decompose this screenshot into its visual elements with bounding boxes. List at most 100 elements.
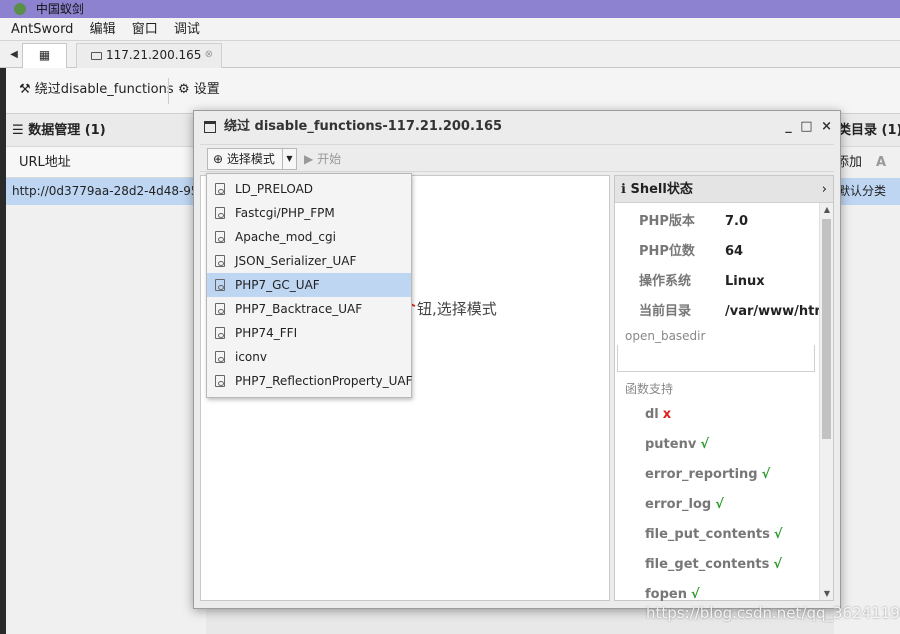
function-row: file_get_contents √	[615, 550, 833, 580]
mode-option[interactable]: iconv	[207, 345, 411, 369]
mode-label: PHP7_Backtrace_UAF	[235, 302, 363, 316]
tab-scroll-left-icon[interactable]: ◀	[7, 44, 21, 66]
menu-antsword[interactable]: AntSword	[0, 18, 79, 41]
open-basedir-box	[617, 345, 815, 372]
tab-close-icon[interactable]: ⊗	[205, 44, 213, 66]
panel-title: 数据管理 (1)	[28, 123, 106, 138]
watermark: https://blog.csdn.net/qq_36241198	[646, 604, 900, 622]
plus-circle-icon: ⊕	[213, 152, 224, 166]
chevron-right-icon[interactable]: ›	[822, 176, 827, 203]
mode-option[interactable]: PHP7_ReflectionProperty_UAF	[207, 369, 413, 393]
start-button[interactable]: ▶ 开始	[304, 148, 341, 170]
file-icon	[215, 255, 225, 267]
menu-edit[interactable]: 编辑	[84, 18, 122, 41]
tab-home[interactable]: ▦	[22, 43, 67, 68]
function-name: file_get_contents	[645, 557, 770, 572]
info-value: 7.0	[725, 214, 749, 229]
info-row-php-version: PHP版本 7.0	[615, 207, 833, 237]
info-value: 64	[725, 244, 744, 259]
mode-label: Apache_mod_cgi	[235, 230, 336, 244]
panel-header: ☰ 数据管理 (1)	[6, 114, 206, 147]
dialog-toolbar: ⊕ 选择模式 ▼ ▶ 开始	[200, 144, 834, 172]
mode-option[interactable]: JSON_Serializer_UAF	[207, 249, 411, 273]
file-icon	[215, 303, 225, 315]
info-key: 操作系统	[639, 274, 692, 289]
tab-host[interactable]: 117.21.200.165 ⊗	[76, 43, 222, 68]
mode-option[interactable]: PHP7_Backtrace_UAF	[207, 297, 411, 321]
scroll-thumb[interactable]	[822, 219, 831, 439]
menu-debug[interactable]: 调试	[168, 18, 206, 41]
column-header-url[interactable]: URL地址	[6, 147, 206, 178]
antsword-logo-icon	[14, 3, 26, 15]
mode-label: LD_PRELOAD	[235, 182, 314, 196]
mode-option[interactable]: Fastcgi/PHP_FPM	[207, 201, 411, 225]
close-icon[interactable]: ×	[821, 119, 832, 134]
start-label: 开始	[317, 152, 342, 166]
scroll-up-icon[interactable]: ▲	[820, 205, 834, 214]
bypass-dialog: 绕过 disable_functions-117.21.200.165 _ □ …	[193, 110, 841, 609]
info-row-os: 操作系统 Linux	[615, 267, 833, 297]
file-icon	[215, 231, 225, 243]
file-icon	[215, 351, 225, 363]
menu-window[interactable]: 窗口	[126, 18, 164, 41]
select-mode-button[interactable]: ⊕ 选择模式 ▼	[207, 148, 297, 170]
mode-option[interactable]: Apache_mod_cgi	[207, 225, 411, 249]
info-value: /var/www/htm	[725, 304, 828, 319]
function-row: putenv √	[615, 430, 833, 460]
category-row[interactable]: 默认分类	[834, 178, 900, 205]
function-row: file_put_contents √	[615, 520, 833, 550]
bypass-button[interactable]: ⚒ 绕过disable_functions	[19, 82, 174, 98]
category-panel: 类目录 (1) 添加 A 默认分类	[834, 114, 900, 634]
mode-option[interactable]: PHP74_FFI	[207, 321, 411, 345]
table-row[interactable]: http://0d3779aa-28d2-4d48-95	[6, 178, 206, 205]
tab-bar: ◀ ▦ 117.21.200.165 ⊗	[0, 41, 900, 68]
app-titlebar: 中国蚁剑	[0, 0, 900, 18]
mode-label: iconv	[235, 350, 267, 364]
function-name: dl	[645, 407, 659, 422]
category-panel-title: 类目录 (1)	[834, 114, 900, 147]
toolbar-divider	[168, 78, 169, 104]
function-name: error_log	[645, 497, 712, 512]
info-row-php-bits: PHP位数 64	[615, 237, 833, 267]
category-toolbar: 添加 A	[834, 147, 900, 178]
maximize-icon[interactable]: □	[800, 119, 812, 134]
check-icon: √	[773, 557, 783, 572]
dialog-titlebar[interactable]: 绕过 disable_functions-117.21.200.165 _ □ …	[194, 111, 840, 143]
check-icon: √	[773, 527, 783, 542]
mode-option[interactable]: LD_PRELOAD	[207, 177, 411, 201]
list-icon: ☰	[12, 123, 24, 138]
check-icon: √	[690, 587, 700, 602]
chevron-down-icon[interactable]: ▼	[282, 149, 296, 169]
info-key: PHP版本	[639, 214, 695, 229]
data-management-panel: ☰ 数据管理 (1) URL地址 http://0d3779aa-28d2-4d…	[6, 114, 206, 634]
mode-option-selected[interactable]: PHP7_GC_UAF	[207, 273, 411, 297]
check-icon: √	[715, 497, 724, 512]
file-icon	[215, 279, 225, 291]
file-icon	[215, 207, 225, 219]
function-name: putenv	[645, 437, 697, 452]
mode-label: Fastcgi/PHP_FPM	[235, 206, 335, 220]
rename-category-button[interactable]: A	[876, 155, 886, 170]
shell-status-header[interactable]: ℹ Shell状态 ›	[615, 176, 833, 203]
scroll-down-icon[interactable]: ▼	[820, 589, 834, 598]
function-name: error_reporting	[645, 467, 758, 482]
function-name: fopen	[645, 587, 687, 602]
minimize-icon[interactable]: _	[785, 119, 792, 134]
info-icon: ℹ	[621, 182, 626, 197]
mode-label: PHP7_GC_UAF	[235, 278, 320, 292]
func-support-legend: 函数支持	[625, 382, 674, 396]
app-title: 中国蚁剑	[35, 2, 84, 16]
open-basedir-legend: open_basedir	[625, 329, 706, 343]
info-row-cwd: 当前目录/var/www/htm	[615, 297, 833, 327]
tab-host-label: 117.21.200.165	[106, 48, 202, 62]
mode-dropdown: LD_PRELOAD Fastcgi/PHP_FPM Apache_mod_cg…	[206, 173, 413, 398]
settings-button[interactable]: ⚙ 设置	[178, 82, 220, 98]
window-icon	[204, 121, 216, 133]
gear-icon: ⚙	[178, 82, 190, 97]
settings-label: 设置	[193, 82, 220, 97]
mode-label: PHP7_ReflectionProperty_UAF	[235, 374, 413, 388]
hammer-icon: ⚒	[19, 82, 31, 97]
shell-scrollbar[interactable]: ▲ ▼	[819, 203, 833, 600]
info-key: PHP位数	[639, 244, 695, 259]
folder-icon	[91, 52, 102, 60]
